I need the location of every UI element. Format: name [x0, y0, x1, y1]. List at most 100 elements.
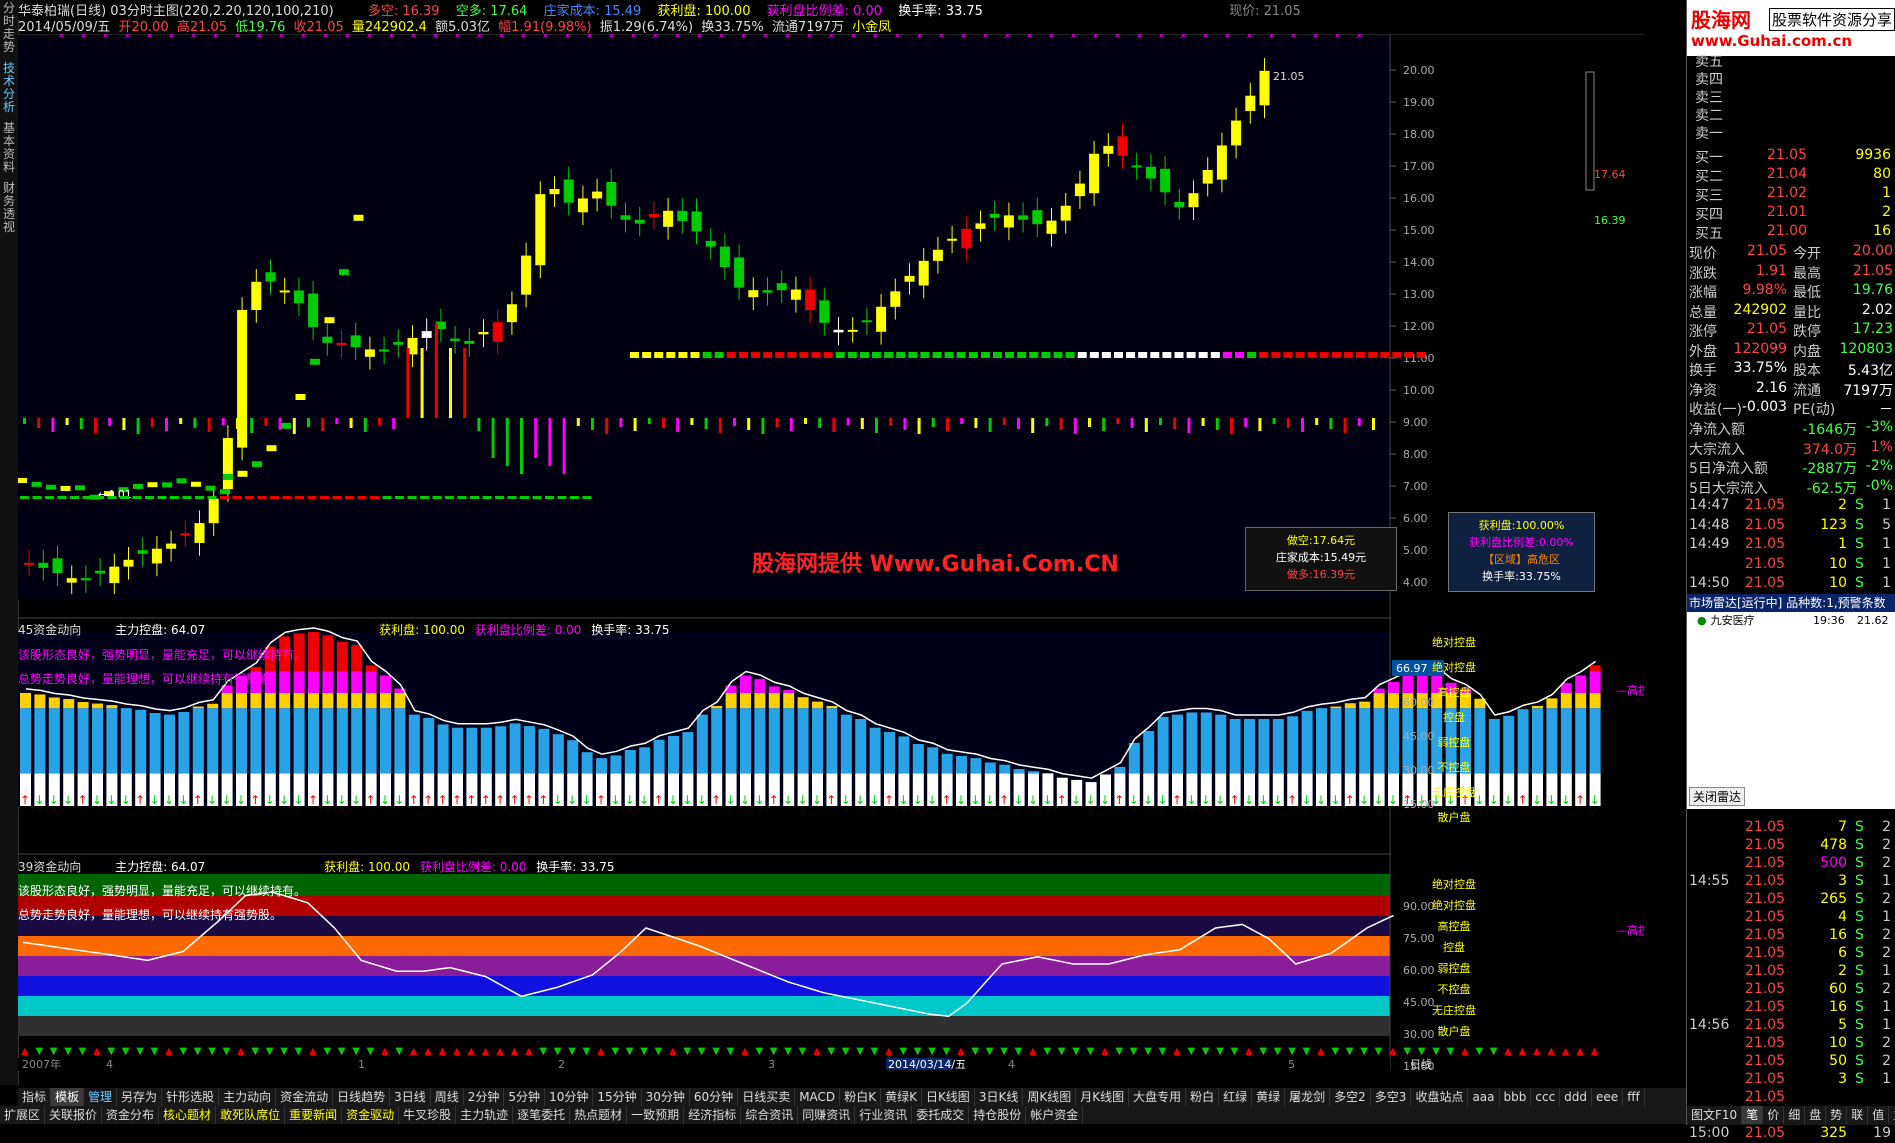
- indicator-tab-23[interactable]: 月K线图: [1076, 1088, 1130, 1106]
- indicator-tab-32[interactable]: aaa: [1468, 1088, 1500, 1106]
- info-tab-10[interactable]: 热点题材: [570, 1106, 628, 1124]
- indicator-tab-17[interactable]: MACD: [795, 1088, 841, 1106]
- price-label: 14.00: [1403, 256, 1435, 269]
- sub2-level: 控盘: [1443, 940, 1465, 954]
- info-tab-13[interactable]: 综合资讯: [741, 1106, 799, 1124]
- info-tab-17[interactable]: 持仓股份: [969, 1106, 1027, 1124]
- nav-fenshi[interactable]: 分时走势: [1, 2, 17, 54]
- indicator-tab-6[interactable]: 资金流动: [276, 1088, 334, 1106]
- indicator-tab-7[interactable]: 日线趋势: [333, 1088, 391, 1106]
- candle-body: [1089, 153, 1100, 194]
- info-tab-2[interactable]: 资金分布: [102, 1106, 160, 1124]
- indicator-tab-14[interactable]: 30分钟: [642, 1088, 690, 1106]
- candle-body: [478, 331, 489, 335]
- info-tab-14[interactable]: 同赚资讯: [798, 1106, 856, 1124]
- price-label: 13.00: [1403, 288, 1435, 301]
- info-tab-18[interactable]: 帐户资金: [1026, 1106, 1084, 1124]
- sub2-tri: ▼: [1274, 1046, 1282, 1057]
- top-dot: ×: [916, 34, 923, 40]
- indicator-tab-31[interactable]: 收盘站点: [1411, 1088, 1469, 1106]
- info-tab-15[interactable]: 行业资讯: [855, 1106, 913, 1124]
- info-tab-3[interactable]: 核心题材: [159, 1106, 217, 1124]
- sub2-tri: ▼: [1331, 1046, 1339, 1057]
- dash-marker: [1150, 352, 1160, 358]
- sub1-arrow: ↓: [582, 793, 592, 807]
- nav-caiwu[interactable]: 财务透视: [1, 182, 17, 234]
- indicator-tab-0[interactable]: 指标: [18, 1088, 52, 1106]
- indicator-tab-18[interactable]: 粉白K: [840, 1088, 882, 1106]
- tick-bot-17: 15:00 21.05 325 19: [1687, 1124, 1895, 1143]
- info-tab-4[interactable]: 敢死队席位: [216, 1106, 286, 1124]
- indicator-tab-19[interactable]: 黄绿K: [881, 1088, 922, 1106]
- indicator-tab-25[interactable]: 粉白: [1186, 1088, 1220, 1106]
- indicator-tab-35[interactable]: ddd: [1560, 1088, 1593, 1106]
- info-tab-9[interactable]: 逐笔委托: [513, 1106, 571, 1124]
- indicator-tab-9[interactable]: 周线: [431, 1088, 464, 1106]
- annot-high: 21.05: [1273, 70, 1305, 83]
- indicator-tab-27[interactable]: 黄绿: [1252, 1088, 1286, 1106]
- radar-item-row[interactable]: ● 九安医疗 19:36 21.62: [1687, 612, 1895, 630]
- indicator-tab-21[interactable]: 3日K线: [975, 1088, 1024, 1106]
- top-dot: ×: [80, 34, 87, 40]
- indicator-tab-30[interactable]: 多空3: [1371, 1088, 1412, 1106]
- sub2-scale: 45.00: [1403, 996, 1435, 1009]
- info-tab-12[interactable]: 经济指标: [684, 1106, 742, 1124]
- indicator-tab-3[interactable]: 另存为: [117, 1088, 163, 1106]
- indicator-tab-15[interactable]: 60分钟: [690, 1088, 739, 1106]
- info-tab-8[interactable]: 主力轨迹: [456, 1106, 514, 1124]
- sub1-bar-seg: [336, 708, 348, 774]
- sub2-tri: ▼: [1072, 1046, 1080, 1057]
- indicator-tab-33[interactable]: bbb: [1500, 1088, 1532, 1106]
- right-tab-0[interactable]: 图文F10: [1687, 1106, 1743, 1124]
- right-tab-4[interactable]: 盘: [1805, 1106, 1827, 1124]
- info-tab-6[interactable]: 资金驱动: [342, 1106, 400, 1124]
- right-tab-7[interactable]: 值: [1868, 1106, 1890, 1124]
- top-dot: ×: [520, 34, 527, 40]
- tick-bot-2: 21.05 500 S 2: [1687, 854, 1895, 873]
- indicator-tab-11[interactable]: 5分钟: [504, 1088, 546, 1106]
- indicator-tab-2[interactable]: 管理: [84, 1088, 118, 1106]
- info-tab-11[interactable]: 一致预期: [627, 1106, 685, 1124]
- nav-jishu[interactable]: 技术分析: [1, 62, 17, 114]
- sub1-bar-seg: [1143, 730, 1155, 774]
- info-tab-1[interactable]: 关联报价: [45, 1106, 103, 1124]
- info-tab-7[interactable]: 牛叉珍股: [399, 1106, 457, 1124]
- indicator-tab-22[interactable]: 周K线图: [1023, 1088, 1077, 1106]
- sub2-tri: ▼: [1360, 1046, 1368, 1057]
- sub1-bar-seg: [596, 758, 607, 774]
- indicator-tab-29[interactable]: 多空2: [1330, 1088, 1371, 1106]
- indicator-tab-5[interactable]: 主力动向: [219, 1088, 277, 1106]
- info-tab-0[interactable]: 扩展区: [0, 1106, 46, 1124]
- sub1-bar-seg: [135, 709, 147, 774]
- indicator-tab-4[interactable]: 针形选股: [162, 1088, 220, 1106]
- indicator-tab-20[interactable]: 日K线图: [922, 1088, 975, 1106]
- right-tab-8[interactable]: 主: [1889, 1106, 1895, 1124]
- tick-bot-9-cell: 2: [1882, 981, 1891, 997]
- indicator-tab-34[interactable]: ccc: [1531, 1088, 1561, 1106]
- indicator-tab-12[interactable]: 10分钟: [545, 1088, 594, 1106]
- indicator-tab-37[interactable]: fff: [1623, 1088, 1645, 1106]
- indicator-tab-28[interactable]: 屠龙剑: [1285, 1088, 1331, 1106]
- indicator-tab-36[interactable]: eee: [1592, 1088, 1624, 1106]
- indicator-tab-16[interactable]: 日线买卖: [738, 1088, 796, 1106]
- right-tab-5[interactable]: 势: [1826, 1106, 1848, 1124]
- nav-jiben[interactable]: 基本资料: [1, 122, 17, 174]
- right-tab-3[interactable]: 细: [1784, 1106, 1806, 1124]
- indicator-tab-8[interactable]: 3日线: [390, 1088, 431, 1106]
- right-tab-1[interactable]: 笔: [1742, 1106, 1764, 1124]
- indicator-tab-13[interactable]: 15分钟: [593, 1088, 642, 1106]
- candle-body: [293, 290, 304, 304]
- info-tab-16[interactable]: 委托成交: [912, 1106, 970, 1124]
- indicator-tab-26[interactable]: 红绿: [1219, 1088, 1253, 1106]
- indicator-tab-10[interactable]: 2分钟: [464, 1088, 505, 1106]
- sub2-tri: ▼: [943, 1046, 951, 1057]
- right-tab-6[interactable]: 联: [1847, 1106, 1869, 1124]
- early-candle: [60, 485, 71, 491]
- info-tab-5[interactable]: 重要新闻: [285, 1106, 343, 1124]
- sub2-tri: ▼: [727, 1046, 735, 1057]
- vol-bar: [1244, 418, 1248, 427]
- radar-close-button[interactable]: 关闭雷达: [1689, 787, 1746, 806]
- indicator-tab-1[interactable]: 模板: [51, 1088, 85, 1106]
- right-tab-2[interactable]: 价: [1763, 1106, 1785, 1124]
- indicator-tab-24[interactable]: 大盘专用: [1129, 1088, 1187, 1106]
